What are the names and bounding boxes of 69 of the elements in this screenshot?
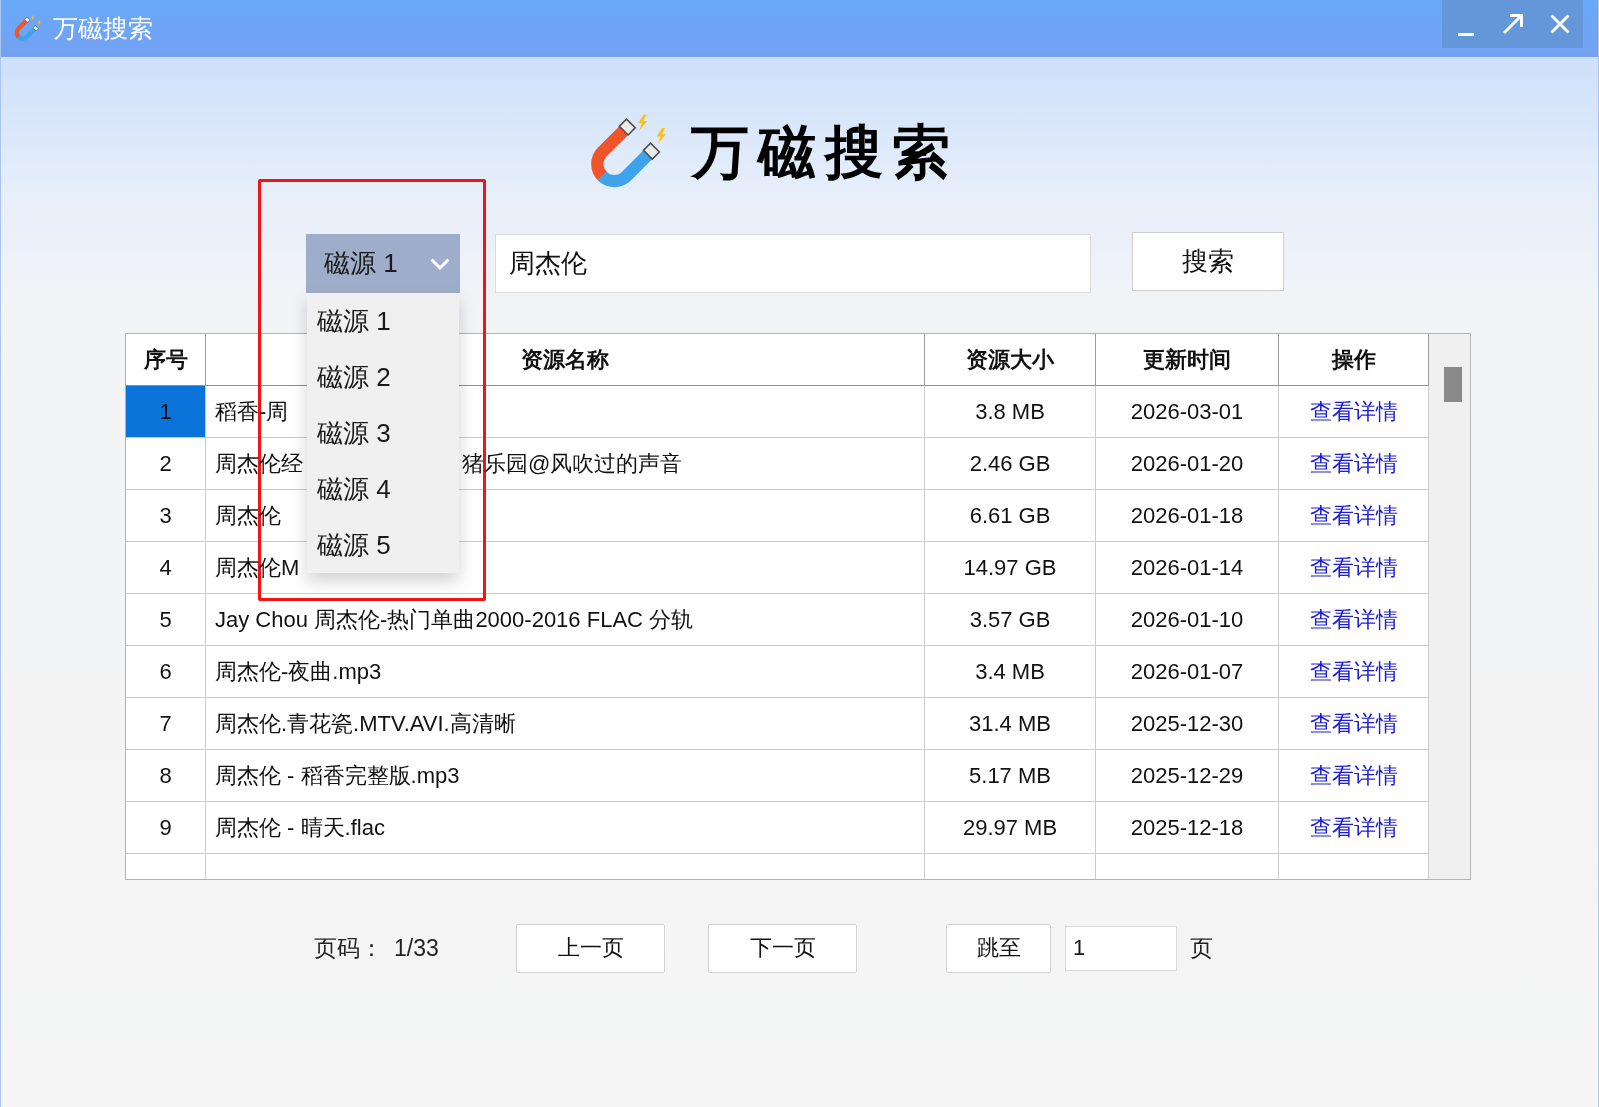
file-name: 周杰伦 - 晴天.flac xyxy=(215,813,386,842)
page-number: 1/33 xyxy=(394,934,440,962)
details-link[interactable]: 查看详情 xyxy=(1309,760,1398,791)
diagonal-arrow-icon xyxy=(1501,13,1524,35)
file-size: 3.8 MB xyxy=(925,386,1096,438)
magnet-icon xyxy=(14,15,41,42)
file-size: 3.57 GB xyxy=(925,594,1096,646)
file-name: 周杰伦.青花瓷.MTV.AVI.高清晰 xyxy=(215,709,517,738)
update-date: 2025-12-18 xyxy=(1096,802,1279,854)
file-size: 2.46 GB xyxy=(925,438,1096,490)
details-link[interactable]: 查看详情 xyxy=(1309,448,1398,479)
jump-button[interactable]: 跳至 xyxy=(946,923,1051,973)
search-button[interactable]: 搜索 xyxy=(1132,232,1284,291)
file-name: Jay Chou 周杰伦-热门单曲2000-2016 FLAC 分轨 xyxy=(215,605,695,634)
scrollbar[interactable] xyxy=(1429,334,1470,879)
details-link[interactable]: 查看详情 xyxy=(1309,396,1398,427)
search-field[interactable]: 周杰伦 xyxy=(495,234,1091,293)
row-number[interactable]: 3 xyxy=(126,490,206,542)
details-link[interactable]: 查看详情 xyxy=(1309,604,1398,635)
file-name: 周杰伦 - 稻香完整版.mp3 xyxy=(215,761,461,790)
minimize-icon xyxy=(1457,32,1474,36)
file-size: 31.4 MB xyxy=(925,698,1096,750)
update-date: 2026-01-10 xyxy=(1096,594,1279,646)
source-dropdown[interactable]: 磁源 1 xyxy=(306,234,460,293)
previous-page-button[interactable]: 上一页 xyxy=(516,923,665,973)
page-input[interactable]: 1 xyxy=(1065,925,1177,971)
row-number[interactable]: 6 xyxy=(126,646,206,698)
details-link[interactable]: 查看详情 xyxy=(1309,812,1398,843)
app-logo-title: 万磁搜索 xyxy=(691,118,959,186)
row-number[interactable]: 1 xyxy=(126,386,206,438)
row-number[interactable]: 7 xyxy=(126,698,206,750)
details-link[interactable]: 查看详情 xyxy=(1309,708,1398,739)
file-name: 稻香-周 xyxy=(215,397,290,426)
file-size: 14.97 GB xyxy=(925,542,1096,594)
row-number[interactable]: 8 xyxy=(126,750,206,802)
row-number[interactable]: 4 xyxy=(126,542,206,594)
magnet-icon xyxy=(589,114,667,190)
row-number[interactable]: 5 xyxy=(126,594,206,646)
file-size: 5.17 MB xyxy=(925,750,1096,802)
dropdown-option[interactable]: 磁源 5 xyxy=(307,517,459,573)
dropdown-option[interactable]: 磁源 4 xyxy=(307,461,459,517)
row-number[interactable]: 2 xyxy=(126,438,206,490)
file-size: 3.4 MB xyxy=(925,646,1096,698)
update-date: 2026-01-14 xyxy=(1096,542,1279,594)
update-date: 2026-01-18 xyxy=(1096,490,1279,542)
column-header: 资源大小 xyxy=(925,334,1096,386)
update-date: 2026-01-20 xyxy=(1096,438,1279,490)
details-link[interactable]: 查看详情 xyxy=(1309,552,1398,583)
column-header: 更新时间 xyxy=(1096,334,1279,386)
update-date: 2026-01-07 xyxy=(1096,646,1279,698)
next-page-button[interactable]: 下一页 xyxy=(708,923,857,973)
file-name: 周杰伦-夜曲.mp3 xyxy=(215,657,383,686)
dropdown-option[interactable]: 磁源 3 xyxy=(307,405,459,461)
update-date: 2025-12-29 xyxy=(1096,750,1279,802)
update-date: 2026-03-01 xyxy=(1096,386,1279,438)
file-size: 6.61 GB xyxy=(925,490,1096,542)
details-link[interactable]: 查看详情 xyxy=(1309,500,1398,531)
page-label: 页码： xyxy=(314,933,384,963)
window-title: 万磁搜索 xyxy=(53,13,153,44)
dropdown-option[interactable]: 磁源 1 xyxy=(307,293,459,349)
update-date: 2025-12-30 xyxy=(1096,698,1279,750)
details-link[interactable]: 查看详情 xyxy=(1309,656,1398,687)
page-unit-label: 页 xyxy=(1190,933,1213,963)
close-icon xyxy=(1549,14,1570,34)
file-size: 29.97 MB xyxy=(925,802,1096,854)
row-number[interactable]: 9 xyxy=(126,802,206,854)
dropdown-option[interactable]: 磁源 2 xyxy=(307,349,459,405)
chevron-down-icon xyxy=(430,257,450,270)
scrollbar-thumb[interactable] xyxy=(1444,367,1462,402)
